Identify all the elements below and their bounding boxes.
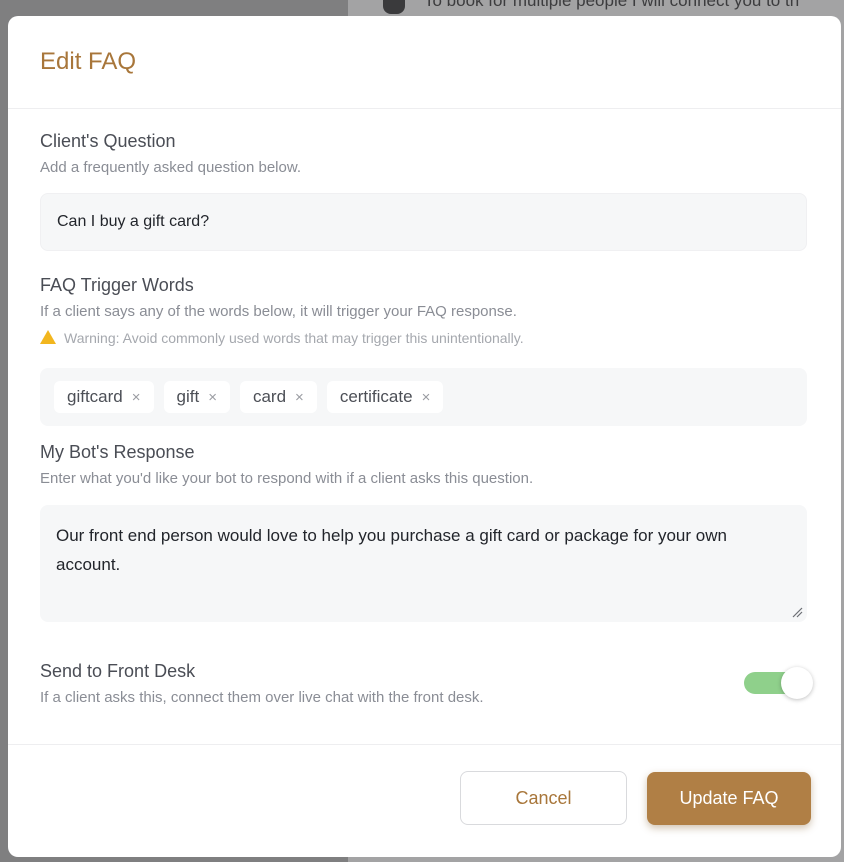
remove-tag-icon[interactable]: × [208,389,217,406]
response-section-description: Enter what you'd like your bot to respon… [40,470,534,487]
front-desk-section-description: If a client asks this, connect them over… [40,689,484,706]
front-desk-section-title: Send to Front Desk [40,661,196,681]
trigger-tag-label: giftcard [67,387,123,406]
triggers-section-title: FAQ Trigger Words [40,275,194,295]
modal-title: Edit FAQ [40,48,137,75]
response-section-title: My Bot's Response [40,442,195,462]
remove-tag-icon[interactable]: × [132,389,141,406]
trigger-warning-text: Warning: Avoid commonly used words that … [64,330,524,346]
triggers-section-description: If a client says any of the words below,… [40,303,517,320]
cancel-button[interactable]: Cancel [460,771,627,825]
question-section-description: Add a frequently asked question below. [40,159,302,176]
update-faq-button[interactable]: Update FAQ [647,772,811,825]
response-textarea[interactable]: Our front end person would love to help … [40,505,807,622]
modal-header: Edit FAQ [8,16,841,109]
trigger-tag: giftcard × [54,381,154,413]
background-chat-message: To book for multiple people I will conne… [424,0,800,10]
trigger-tag: certificate × [326,381,444,413]
trigger-tag: card × [239,381,317,413]
trigger-tag-label: certificate [339,387,413,406]
front-desk-toggle[interactable] [744,667,814,699]
remove-tag-icon[interactable]: × [422,389,431,406]
edit-faq-modal: Edit FAQ Client's Question Add a frequen… [8,16,841,857]
trigger-tag-label: gift [176,387,200,406]
toggle-knob [781,667,813,699]
response-text: Our front end person would love to help … [56,526,727,574]
trigger-tag: gift × [163,381,230,413]
bot-avatar-icon [383,0,405,14]
resize-handle-icon[interactable] [791,606,803,618]
remove-tag-icon[interactable]: × [295,389,304,406]
trigger-tag-label: card [252,387,287,406]
trigger-warning: Warning: Avoid commonly used words that … [40,330,524,346]
trigger-words-input[interactable]: giftcard × gift × card × certificate × [40,368,807,426]
warning-icon [40,330,56,344]
question-section-title: Client's Question [40,131,176,151]
question-input[interactable]: Can I buy a gift card? [40,193,807,251]
